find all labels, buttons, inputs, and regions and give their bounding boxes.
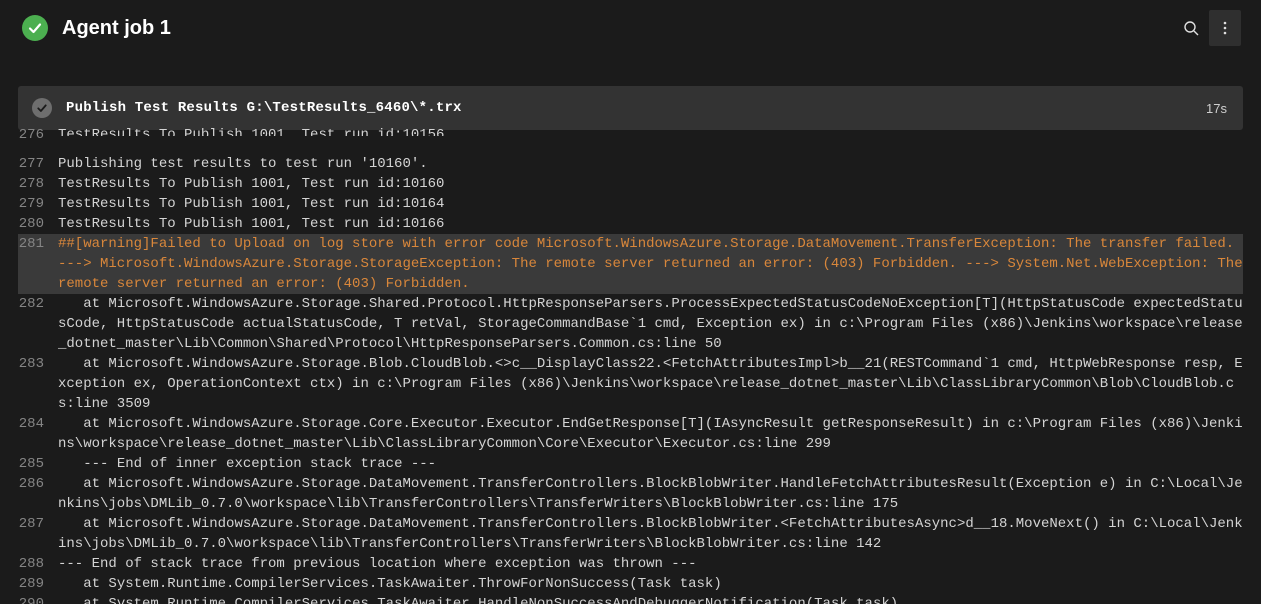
- line-text: TestResults To Publish 1001, Test run id…: [58, 174, 1243, 194]
- line-text: at Microsoft.WindowsAzure.Storage.Core.E…: [58, 414, 1243, 454]
- step-status-success-icon: [32, 98, 52, 118]
- line-number: 287: [18, 514, 58, 534]
- line-number: 290: [18, 594, 58, 604]
- line-number: 285: [18, 454, 58, 474]
- step-label: Publish Test Results G:\TestResults_6460…: [66, 100, 1206, 116]
- step-duration: 17s: [1206, 101, 1227, 116]
- line-number: 282: [18, 294, 58, 314]
- line-text: --- End of inner exception stack trace -…: [58, 454, 1243, 474]
- log-line[interactable]: 279TestResults To Publish 1001, Test run…: [18, 194, 1243, 214]
- line-text: at System.Runtime.CompilerServices.TaskA…: [58, 574, 1243, 594]
- log-line[interactable]: 278TestResults To Publish 1001, Test run…: [18, 174, 1243, 194]
- header-actions: [1175, 10, 1241, 46]
- line-number: 284: [18, 414, 58, 434]
- line-text: ##[warning]Failed to Upload on log store…: [58, 234, 1243, 294]
- log-line[interactable]: 289 at System.Runtime.CompilerServices.T…: [18, 574, 1243, 594]
- line-text: TestResults To Publish 1001, Test run id…: [58, 214, 1243, 234]
- job-status-success-icon: [22, 15, 48, 41]
- line-text: Publishing test results to test run '101…: [58, 154, 1243, 174]
- line-text: --- End of stack trace from previous loc…: [58, 554, 1243, 574]
- line-number: 276: [18, 125, 58, 145]
- log-line[interactable]: 287 at Microsoft.WindowsAzure.Storage.Da…: [18, 514, 1243, 554]
- log-line[interactable]: 283 at Microsoft.WindowsAzure.Storage.Bl…: [18, 354, 1243, 414]
- line-number: 286: [18, 474, 58, 494]
- log-line[interactable]: 280TestResults To Publish 1001, Test run…: [18, 214, 1243, 234]
- line-text: at Microsoft.WindowsAzure.Storage.DataMo…: [58, 474, 1243, 514]
- line-text: TestResults To Publish 1001, Test run id…: [58, 125, 1243, 136]
- line-text: at Microsoft.WindowsAzure.Storage.DataMo…: [58, 514, 1243, 554]
- log-line[interactable]: 288--- End of stack trace from previous …: [18, 554, 1243, 574]
- line-text: at Microsoft.WindowsAzure.Storage.Blob.C…: [58, 354, 1243, 414]
- line-number: 277: [18, 154, 58, 174]
- log-line[interactable]: 284 at Microsoft.WindowsAzure.Storage.Co…: [18, 414, 1243, 454]
- line-text: at System.Runtime.CompilerServices.TaskA…: [58, 594, 1243, 604]
- line-number: 289: [18, 574, 58, 594]
- log-line-warning[interactable]: 281##[warning]Failed to Upload on log st…: [18, 234, 1243, 294]
- line-number: 278: [18, 174, 58, 194]
- line-number: 283: [18, 354, 58, 374]
- log-line[interactable]: 277Publishing test results to test run '…: [18, 154, 1243, 174]
- line-number: 281: [18, 234, 58, 254]
- log-line[interactable]: 286 at Microsoft.WindowsAzure.Storage.Da…: [18, 474, 1243, 514]
- line-number: 280: [18, 214, 58, 234]
- job-title: Agent job 1: [62, 17, 1175, 40]
- line-text: TestResults To Publish 1001, Test run id…: [58, 194, 1243, 214]
- step-row[interactable]: Publish Test Results G:\TestResults_6460…: [18, 86, 1243, 130]
- line-text: at Microsoft.WindowsAzure.Storage.Shared…: [58, 294, 1243, 354]
- log-output[interactable]: 276TestResults To Publish 1001, Test run…: [0, 134, 1261, 604]
- line-number: 288: [18, 554, 58, 574]
- search-button[interactable]: [1175, 10, 1207, 46]
- log-line[interactable]: 282 at Microsoft.WindowsAzure.Storage.Sh…: [18, 294, 1243, 354]
- more-actions-button[interactable]: [1209, 10, 1241, 46]
- log-line[interactable]: 290 at System.Runtime.CompilerServices.T…: [18, 594, 1243, 604]
- log-line[interactable]: 285 --- End of inner exception stack tra…: [18, 454, 1243, 474]
- log-line[interactable]: 276TestResults To Publish 1001, Test run…: [18, 134, 1243, 154]
- job-header: Agent job 1: [0, 0, 1261, 56]
- line-number: 279: [18, 194, 58, 214]
